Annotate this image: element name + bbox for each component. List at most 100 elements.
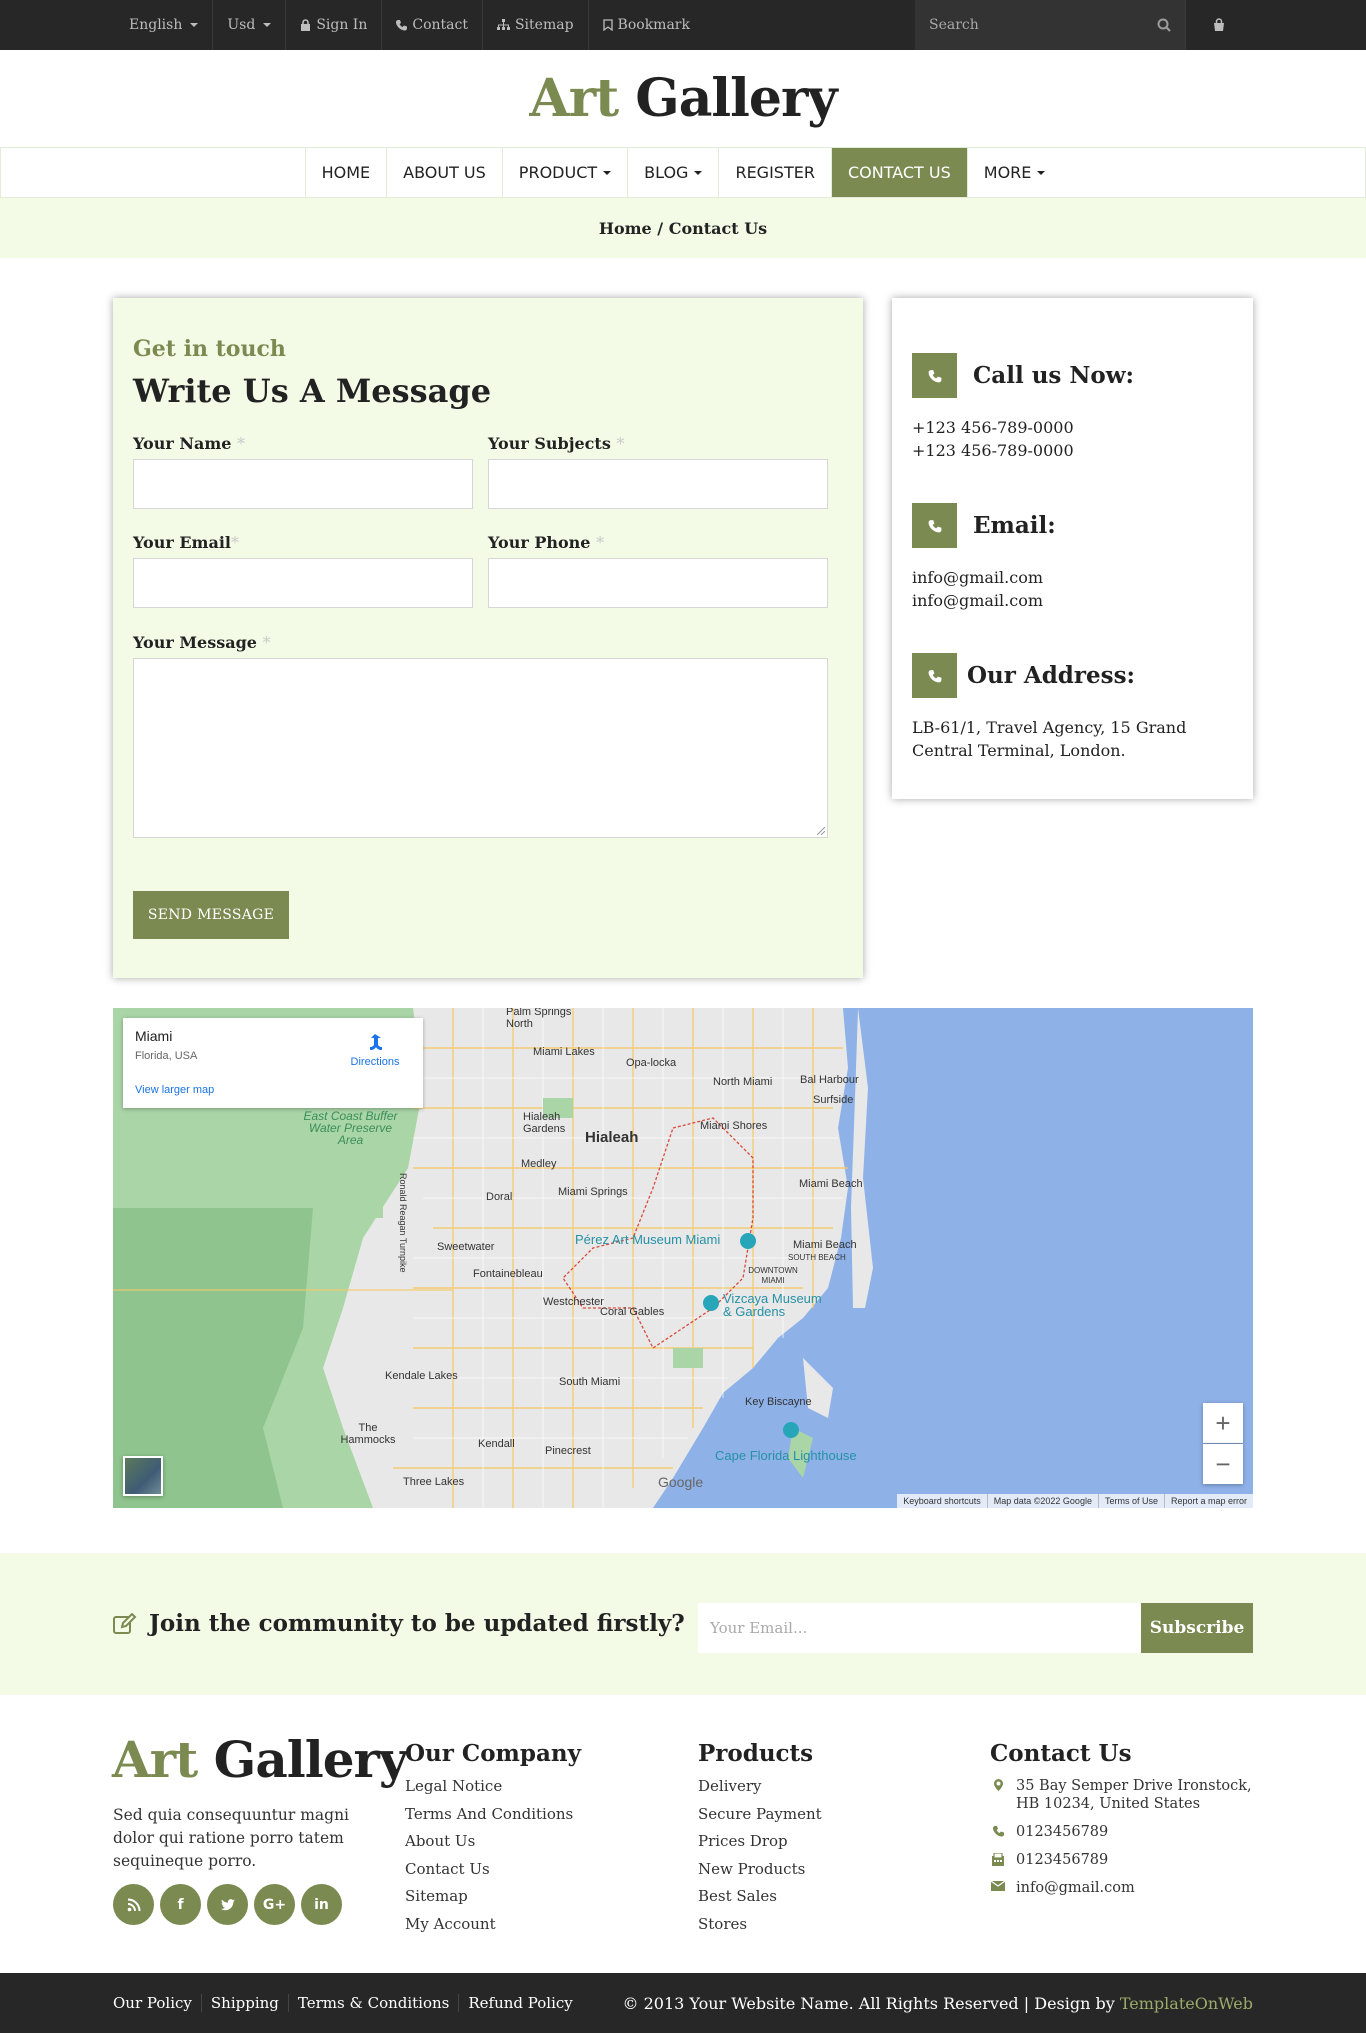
newsletter-section: Join the community to be updated firstly…: [0, 1553, 1366, 1695]
map-data-text: Map data ©2022 Google: [986, 1494, 1098, 1508]
subjects-input[interactable]: [488, 459, 828, 509]
map-label: Miami Shores: [700, 1120, 768, 1132]
keyboard-shortcuts-link[interactable]: Keyboard shortcuts: [897, 1494, 987, 1508]
site-logo[interactable]: Art Gallery: [529, 68, 837, 129]
contact-info-card: Call us Now: +123 456-789-0000 +123 456-…: [892, 298, 1253, 799]
nav-about[interactable]: ABOUT US: [387, 148, 503, 197]
bookmark-link[interactable]: Bookmark: [589, 0, 704, 50]
footer-link[interactable]: Stores: [698, 1915, 822, 1943]
directions-button[interactable]: Directions: [345, 1032, 405, 1068]
nav-register[interactable]: REGISTER: [719, 148, 832, 197]
search-box: [915, 0, 1185, 50]
linkedin-icon[interactable]: in: [301, 1884, 342, 1925]
zoom-in-button[interactable]: +: [1203, 1403, 1243, 1443]
name-label: Your Name: [133, 434, 232, 453]
chevron-down-icon: [1037, 170, 1046, 175]
google-plus-icon[interactable]: G+: [254, 1884, 295, 1925]
newsletter-text: Join the community to be updated firstly…: [149, 1610, 685, 1637]
footer-link[interactable]: Legal Notice: [405, 1777, 573, 1805]
search-input[interactable]: [929, 17, 1129, 33]
footer-link[interactable]: Prices Drop: [698, 1832, 822, 1860]
footer-link[interactable]: Contact Us: [405, 1860, 573, 1888]
contact-link[interactable]: Contact: [382, 0, 483, 50]
bookmark-icon: [602, 19, 613, 31]
resize-handle-icon[interactable]: [817, 827, 825, 835]
facebook-icon[interactable]: f: [160, 1884, 201, 1925]
search-icon[interactable]: [1157, 18, 1171, 32]
map-label: North Miami: [713, 1076, 773, 1088]
map-label: Three Lakes: [403, 1476, 465, 1488]
logo-part-gallery: Gallery: [635, 68, 837, 129]
footer-link[interactable]: Best Sales: [698, 1887, 822, 1915]
terms-of-use-link[interactable]: Terms of Use: [1097, 1494, 1164, 1508]
rss-icon[interactable]: [113, 1884, 154, 1925]
nav-home[interactable]: HOME: [304, 148, 388, 197]
nav-more[interactable]: MORE: [968, 148, 1062, 197]
map-label: Bal Harbour: [800, 1074, 859, 1086]
footer-link[interactable]: Delivery: [698, 1777, 822, 1805]
zoom-out-button[interactable]: −: [1203, 1444, 1243, 1484]
sign-in-link[interactable]: Sign In: [286, 0, 383, 50]
contact-title: Contact Us: [990, 1740, 1132, 1767]
subjects-field-group: Your Subjects *: [488, 434, 828, 514]
map-label: Kendale Lakes: [385, 1370, 458, 1382]
message-textarea[interactable]: [133, 658, 828, 838]
designer-link[interactable]: TemplateOnWeb: [1120, 1994, 1253, 2013]
policy-link[interactable]: Shipping: [200, 1994, 288, 2012]
sitemap-link[interactable]: Sitemap: [483, 0, 589, 50]
phone-input[interactable]: [488, 558, 828, 608]
newsletter-email-input[interactable]: [698, 1603, 1141, 1653]
map-label: The Hammocks: [340, 1422, 396, 1446]
social-links: f G+ in: [113, 1884, 342, 1925]
footer-link[interactable]: New Products: [698, 1860, 822, 1888]
footer-link[interactable]: Secure Payment: [698, 1805, 822, 1833]
nav-contact[interactable]: CONTACT US: [831, 148, 968, 197]
name-input[interactable]: [133, 459, 473, 509]
map-label: Pérez Art Museum Miami: [575, 1232, 721, 1247]
map-label: Miami Beach: [799, 1178, 863, 1190]
directions-label: Directions: [350, 1056, 400, 1068]
chevron-down-icon: [263, 23, 272, 27]
message-label: Your Message: [133, 633, 257, 652]
chevron-down-icon: [603, 170, 612, 175]
chevron-down-icon: [190, 23, 199, 27]
top-bar: English Usd Sign In Contact Sitemap Book…: [0, 0, 1366, 50]
footer-link[interactable]: Terms And Conditions: [405, 1805, 573, 1833]
send-message-button[interactable]: SEND MESSAGE: [133, 891, 289, 939]
subjects-label: Your Subjects: [488, 434, 611, 453]
contact-phone: 0123456789: [1016, 1824, 1109, 1840]
policy-link[interactable]: Terms & Conditions: [287, 1994, 458, 2012]
language-selector[interactable]: English: [115, 0, 214, 50]
map-label: Palm Springs North: [506, 1008, 572, 1030]
message-field-group: Your Message *: [133, 633, 828, 843]
directions-icon: [370, 1034, 382, 1050]
nav-product[interactable]: PRODUCT: [503, 148, 629, 197]
map-label: SOUTH BEACH: [788, 1253, 846, 1262]
footer-link[interactable]: About Us: [405, 1832, 573, 1860]
call-block: Call us Now: +123 456-789-0000 +123 456-…: [912, 353, 1134, 462]
email-input[interactable]: [133, 558, 473, 608]
view-larger-map-link[interactable]: View larger map: [135, 1084, 214, 1096]
products-title: Products: [698, 1740, 814, 1767]
currency-selector[interactable]: Usd: [213, 0, 287, 50]
main-content: Get in touch Write Us A Message Your Nam…: [0, 258, 1366, 1613]
footer-link[interactable]: Sitemap: [405, 1887, 573, 1915]
footer-logo[interactable]: Art Gallery: [112, 1730, 408, 1789]
policy-link[interactable]: Our Policy: [104, 1994, 201, 2012]
map-label: Vizcaya Museum & Gardens: [723, 1291, 822, 1319]
nav-blog[interactable]: BLOG: [628, 148, 720, 197]
footer-link[interactable]: My Account: [405, 1915, 573, 1943]
cart-button[interactable]: [1185, 0, 1251, 50]
map-label: Key Biscayne: [745, 1396, 812, 1408]
google-map[interactable]: Hialeah Miami Lakes Opa-locka North Miam…: [113, 1008, 1253, 1508]
twitter-icon[interactable]: [207, 1884, 248, 1925]
satellite-toggle[interactable]: [123, 1456, 163, 1496]
subscribe-button[interactable]: Subscribe: [1141, 1603, 1253, 1653]
sign-in-label: Sign In: [316, 17, 368, 33]
contact-email[interactable]: info@gmail.com: [1016, 1879, 1135, 1897]
policy-link[interactable]: Refund Policy: [458, 1994, 581, 2012]
contact-address: 35 Bay Semper Drive Ironstock, HB 10234,…: [1016, 1778, 1252, 1812]
phone-icon: [396, 20, 408, 31]
report-error-link[interactable]: Report a map error: [1163, 1494, 1253, 1508]
breadcrumb-text[interactable]: Home / Contact Us: [599, 219, 767, 238]
